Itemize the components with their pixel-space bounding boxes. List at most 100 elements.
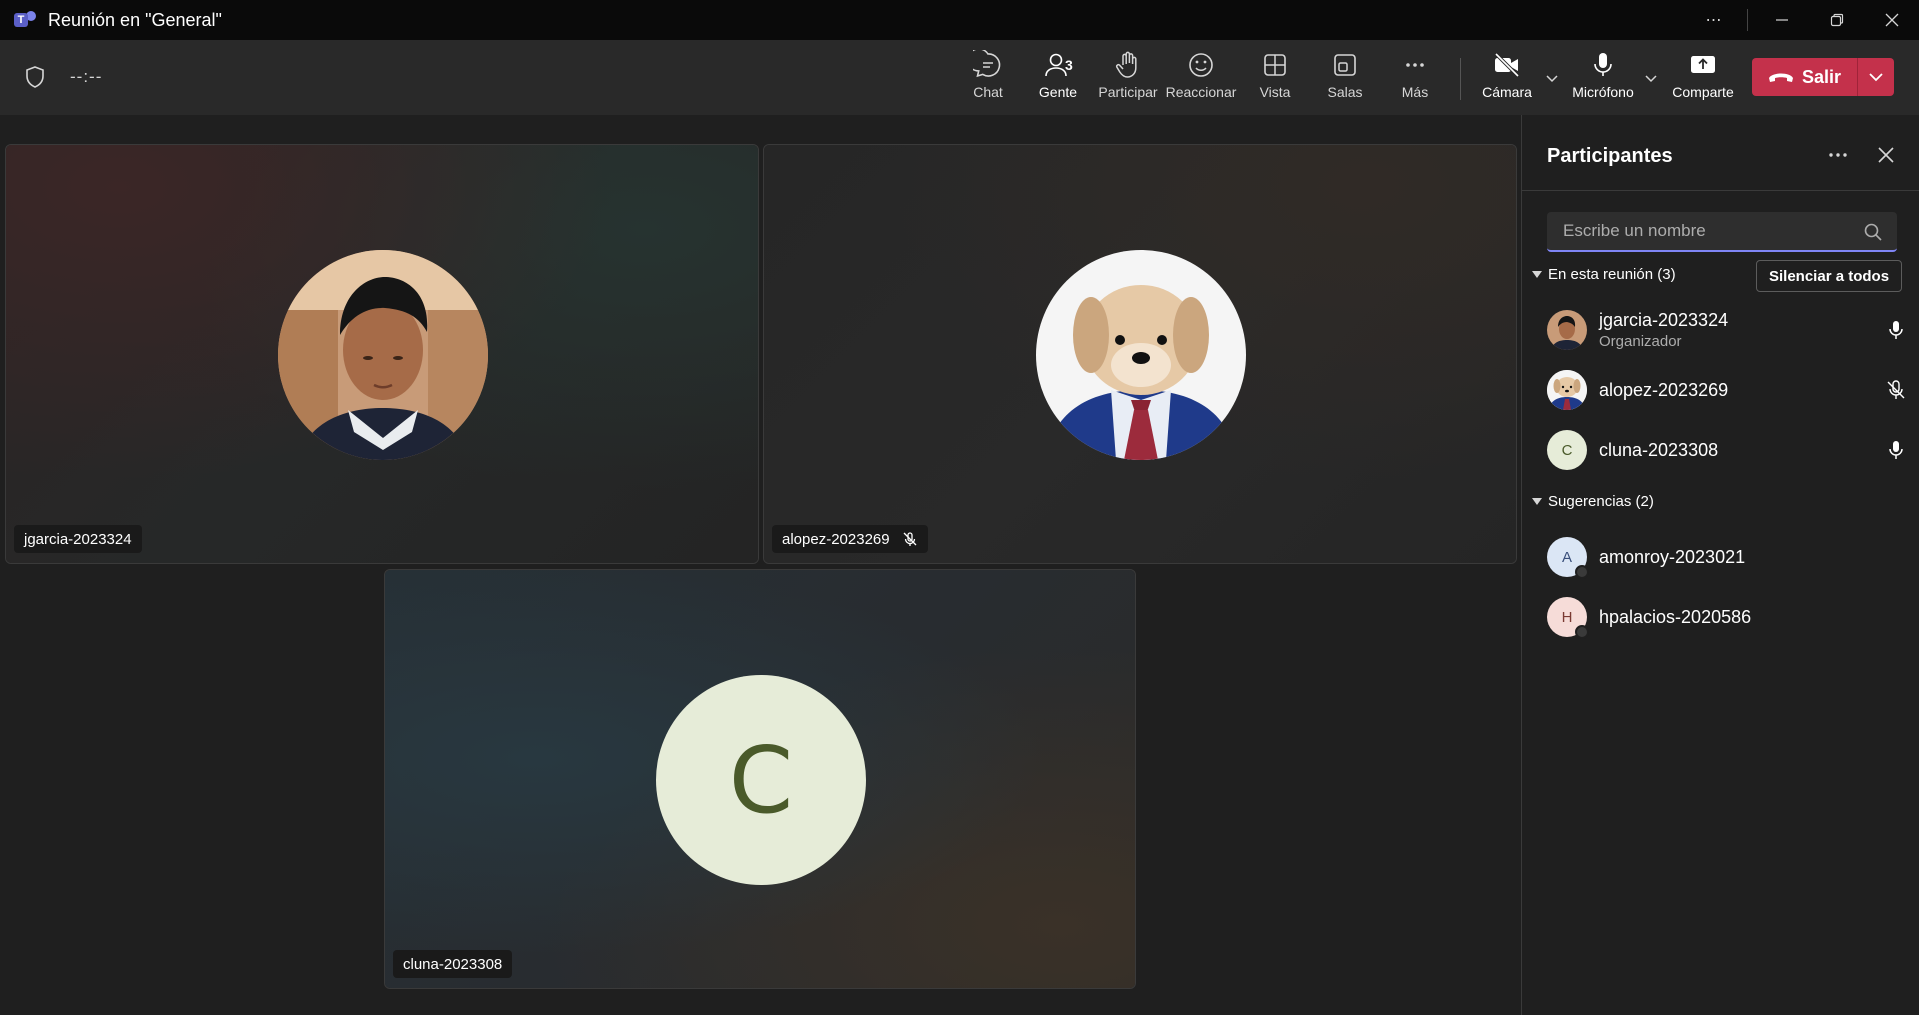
more-label: Más (1401, 84, 1429, 100)
camera-options-chevron-icon[interactable] (1542, 68, 1562, 88)
not-joined-badge-icon (1575, 565, 1589, 579)
people-count-badge: 3 (1065, 57, 1073, 73)
video-tile[interactable]: C cluna-2023308 (384, 569, 1136, 989)
chat-icon (973, 50, 1001, 78)
view-button[interactable]: Vista (1240, 50, 1310, 108)
suggestions-label: Sugerencias (2) (1548, 493, 1654, 510)
grid-view-icon (1264, 54, 1286, 76)
not-joined-badge-icon (1575, 625, 1589, 639)
video-stage: jgarcia-2023324 alopez-2023269 C cluna-2… (0, 115, 1521, 1015)
participant-name: amonroy-2023021 (1599, 546, 1746, 567)
participant-role: Organizador (1599, 333, 1682, 350)
close-icon[interactable] (1864, 0, 1919, 40)
microphone-options-chevron-icon[interactable] (1641, 68, 1661, 88)
participant-row[interactable]: jgarcia-2023324 Organizador (1547, 308, 1907, 352)
shield-icon[interactable] (24, 65, 46, 89)
camera-off-icon (1494, 52, 1520, 78)
microphone-icon (1889, 321, 1903, 339)
search-icon[interactable] (1863, 222, 1883, 242)
meeting-toolbar: --:-- Chat 3 Gente Participar Reaccionar… (0, 40, 1919, 118)
microphone-icon (1594, 53, 1612, 76)
participant-name: alopez-2023269 (782, 530, 890, 548)
in-meeting-label: En esta reunión (3) (1548, 266, 1676, 283)
title-bar: T Reunión en "General" ⋯ (0, 0, 1919, 40)
mute-all-button[interactable]: Silenciar a todos (1756, 260, 1903, 292)
share-screen-icon (1691, 56, 1715, 73)
avatar-initial: A (1561, 548, 1572, 566)
ellipsis-icon[interactable]: ⋯ (1686, 0, 1741, 40)
participant-name-tag: alopez-2023269 (772, 525, 928, 553)
camera-button[interactable]: Cámara (1472, 50, 1542, 108)
share-button[interactable]: Comparte (1668, 50, 1738, 108)
raise-hand-label: Participar (1098, 84, 1158, 100)
participant-avatar (278, 250, 488, 460)
avatar: H (1547, 597, 1589, 639)
collapse-caret-icon (1532, 271, 1542, 278)
microphone-label: Micrófono (1572, 84, 1634, 100)
people-label: Gente (1038, 84, 1078, 100)
more-icon (1406, 63, 1424, 67)
participant-avatar (1036, 250, 1246, 460)
chat-button[interactable]: Chat (953, 50, 1023, 108)
suggestions-section-header[interactable]: Sugerencias (2) (1532, 493, 1654, 510)
avatar: A (1547, 537, 1589, 579)
teams-logo-icon: T (14, 11, 36, 29)
video-tile[interactable]: jgarcia-2023324 (5, 144, 759, 564)
participant-name-tag: jgarcia-2023324 (14, 525, 142, 553)
minimize-icon[interactable] (1754, 0, 1809, 40)
panel-title: Participantes (1547, 145, 1673, 167)
participant-row[interactable]: C cluna-2023308 (1547, 428, 1907, 472)
participant-name-tag: cluna-2023308 (393, 950, 513, 978)
participant-name: cluna-2023308 (403, 955, 503, 973)
suggestion-row[interactable]: A amonroy-2023021 (1547, 535, 1907, 579)
window-title: Reunión en "General" (48, 9, 222, 30)
mic-off-icon (903, 532, 917, 546)
raise-hand-icon (1115, 51, 1137, 78)
participant-search (1547, 212, 1897, 252)
microphone-button[interactable]: Micrófono (1568, 50, 1638, 108)
participant-name: cluna-2023308 (1599, 439, 1719, 460)
avatar (1547, 370, 1587, 410)
avatar-initial: H (1561, 608, 1573, 626)
mic-off-icon (1887, 380, 1905, 399)
close-panel-icon[interactable] (1874, 143, 1898, 167)
participant-name: jgarcia-2023324 (24, 530, 132, 548)
suggestion-row[interactable]: H hpalacios-2020586 (1547, 595, 1907, 639)
avatar-initial: C (1561, 441, 1573, 459)
participant-name: alopez-2023269 (1599, 379, 1729, 400)
emoji-icon (1189, 53, 1213, 77)
camera-label: Cámara (1482, 84, 1532, 100)
leave-button[interactable]: Salir (1752, 58, 1857, 96)
leave-button-group: Salir (1752, 58, 1894, 96)
participants-panel: Participantes En esta reunión (3) Silenc… (1521, 115, 1919, 1015)
participant-name: jgarcia-2023324 (1599, 310, 1729, 330)
leave-options-chevron-icon[interactable] (1858, 58, 1894, 96)
view-label: Vista (1259, 84, 1291, 100)
participant-row[interactable]: alopez-2023269 (1547, 368, 1907, 412)
breakout-rooms-icon (1334, 54, 1356, 76)
participant-avatar: C (656, 675, 866, 885)
people-button[interactable]: 3 Gente (1023, 50, 1093, 118)
leave-label: Salir (1801, 66, 1842, 87)
participant-name: hpalacios-2020586 (1599, 606, 1752, 627)
avatar (1547, 310, 1587, 350)
restore-icon[interactable] (1809, 0, 1864, 40)
react-label: Reaccionar (1165, 84, 1237, 100)
in-meeting-section-header[interactable]: En esta reunión (3) (1532, 266, 1676, 283)
react-button[interactable]: Reaccionar (1166, 50, 1236, 108)
chat-label: Chat (973, 84, 1003, 100)
video-tile[interactable]: alopez-2023269 (763, 144, 1517, 564)
avatar-initial: C (728, 726, 794, 834)
rooms-button[interactable]: Salas (1310, 50, 1380, 108)
avatar: C (1547, 430, 1587, 470)
microphone-icon (1889, 441, 1903, 459)
more-options-icon[interactable] (1824, 143, 1852, 167)
collapse-caret-icon (1532, 498, 1542, 505)
share-label: Comparte (1672, 84, 1734, 100)
raise-hand-button[interactable]: Participar (1093, 50, 1163, 108)
meeting-timer: --:-- (70, 67, 103, 86)
rooms-label: Salas (1327, 84, 1363, 100)
hang-up-icon (1768, 73, 1793, 82)
search-input[interactable] (1547, 212, 1847, 250)
more-button[interactable]: Más (1380, 50, 1450, 108)
